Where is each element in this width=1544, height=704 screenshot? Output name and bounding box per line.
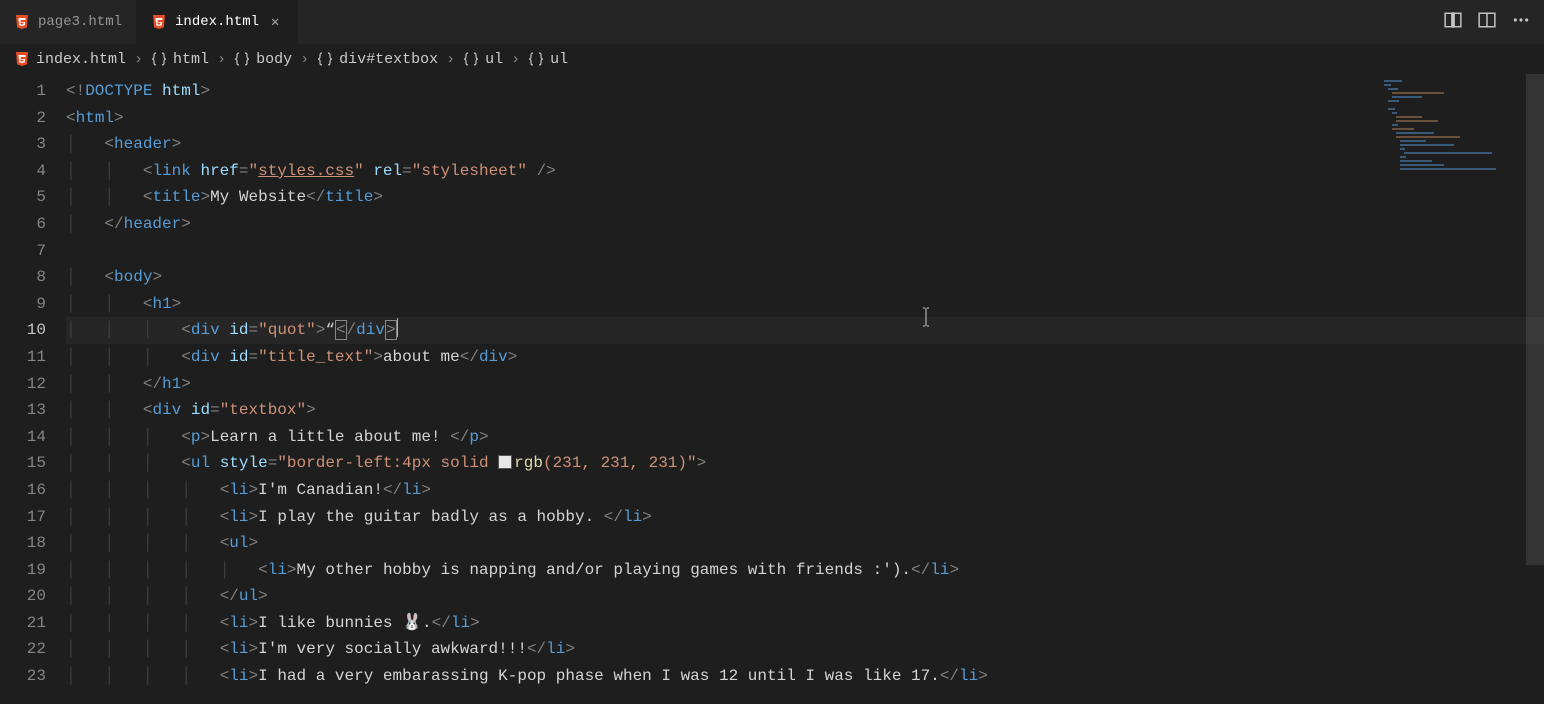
line-number: 3	[0, 131, 46, 158]
tab-actions	[1430, 0, 1544, 44]
breadcrumb-html[interactable]: html	[151, 51, 209, 68]
line-number: 9	[0, 291, 46, 318]
html5-icon	[151, 14, 167, 30]
code-line[interactable]: │ │ <link href="styles.css" rel="stylesh…	[66, 158, 1544, 185]
text-cursor-icon	[920, 307, 932, 337]
scrollbar-thumb[interactable]	[1526, 74, 1544, 565]
line-number: 17	[0, 504, 46, 531]
code-line[interactable]: │ </header>	[66, 211, 1544, 238]
line-number: 2	[0, 105, 46, 132]
tab-index[interactable]: index.html ✕	[137, 0, 298, 44]
tabs-bar: page3.html index.html ✕	[0, 0, 1544, 44]
chevron-right-icon: ›	[217, 51, 226, 68]
line-number: 5	[0, 184, 46, 211]
breadcrumb-label: div#textbox	[339, 51, 438, 68]
html5-icon	[14, 51, 30, 67]
code-line[interactable]: │ │ │ <ul style="border-left:4px solid r…	[66, 450, 1544, 477]
line-number: 23	[0, 663, 46, 690]
code-line[interactable]: │ │ │ │ <li>I like bunnies 🐰.</li>	[66, 610, 1544, 637]
breadcrumb-label: html	[173, 51, 209, 68]
editor-area[interactable]: 1234567891011121314151617181920212223 <!…	[0, 74, 1544, 704]
tab-label: index.html	[175, 14, 259, 30]
line-number: 6	[0, 211, 46, 238]
more-actions-icon[interactable]	[1512, 11, 1530, 34]
tab-label: page3.html	[38, 14, 122, 30]
line-number-gutter: 1234567891011121314151617181920212223	[0, 74, 66, 704]
symbol-icon	[528, 51, 544, 67]
code-line[interactable]: │ │ <title>My Website</title>	[66, 184, 1544, 211]
breadcrumb-label: ul	[485, 51, 503, 68]
symbol-icon	[463, 51, 479, 67]
symbol-icon	[151, 51, 167, 67]
scrollbar-track[interactable]	[1526, 74, 1544, 704]
chevron-right-icon: ›	[300, 51, 309, 68]
line-number: 8	[0, 264, 46, 291]
code-line[interactable]: <!DOCTYPE html>	[66, 78, 1544, 105]
compare-changes-icon[interactable]	[1444, 11, 1462, 34]
chevron-right-icon: ›	[511, 51, 520, 68]
chevron-right-icon: ›	[134, 51, 143, 68]
code-line[interactable]: │ │ │ │ <li>I'm very socially awkward!!!…	[66, 636, 1544, 663]
html5-icon	[14, 14, 30, 30]
code-line[interactable]: │ <header>	[66, 131, 1544, 158]
code-content[interactable]: <!DOCTYPE html><html>│ <header>│ │ <link…	[66, 74, 1544, 704]
breadcrumb-file[interactable]: index.html	[14, 51, 126, 68]
code-line[interactable]: │ │ </h1>	[66, 371, 1544, 398]
line-number: 12	[0, 371, 46, 398]
code-line[interactable]: │ │ │ <div id="quot">“</div>	[66, 317, 1544, 344]
line-number: 22	[0, 636, 46, 663]
code-line[interactable]: │ │ │ <div id="title_text">about me</div…	[66, 344, 1544, 371]
chevron-right-icon: ›	[446, 51, 455, 68]
breadcrumb-label: ul	[550, 51, 568, 68]
breadcrumb-ul[interactable]: ul	[463, 51, 503, 68]
minimap[interactable]	[1376, 74, 1526, 704]
tab-page3[interactable]: page3.html	[0, 0, 137, 44]
code-line[interactable]: │ │ <h1>	[66, 291, 1544, 318]
line-number: 4	[0, 158, 46, 185]
code-line[interactable]	[66, 238, 1544, 265]
line-number: 10	[0, 317, 46, 344]
line-number: 18	[0, 530, 46, 557]
line-number: 14	[0, 424, 46, 451]
code-line[interactable]: │ │ │ │ <li>I had a very embarassing K-p…	[66, 663, 1544, 690]
line-number: 16	[0, 477, 46, 504]
line-number: 13	[0, 397, 46, 424]
code-line[interactable]: │ │ <div id="textbox">	[66, 397, 1544, 424]
code-line[interactable]: │ <body>	[66, 264, 1544, 291]
close-icon[interactable]: ✕	[267, 14, 283, 31]
code-line[interactable]: │ │ │ │ │ <li>My other hobby is napping …	[66, 557, 1544, 584]
breadcrumb-textbox[interactable]: div#textbox	[317, 51, 438, 68]
line-number: 7	[0, 238, 46, 265]
code-line[interactable]: <html>	[66, 105, 1544, 132]
code-line[interactable]: │ │ │ <p>Learn a little about me! </p>	[66, 424, 1544, 451]
breadcrumb-label: body	[256, 51, 292, 68]
line-number: 15	[0, 450, 46, 477]
symbol-icon	[317, 51, 333, 67]
breadcrumb-label: index.html	[36, 51, 126, 68]
line-number: 11	[0, 344, 46, 371]
code-line[interactable]: │ │ │ │ <ul>	[66, 530, 1544, 557]
split-editor-icon[interactable]	[1478, 11, 1496, 34]
breadcrumb[interactable]: index.html › html › body › div#textbox ›…	[0, 44, 1544, 74]
breadcrumb-ul-2[interactable]: ul	[528, 51, 568, 68]
breadcrumb-body[interactable]: body	[234, 51, 292, 68]
line-number: 20	[0, 583, 46, 610]
code-line[interactable]: │ │ │ │ <li>I'm Canadian!</li>	[66, 477, 1544, 504]
line-number: 19	[0, 557, 46, 584]
symbol-icon	[234, 51, 250, 67]
code-line[interactable]: │ │ │ │ </ul>	[66, 583, 1544, 610]
line-number: 21	[0, 610, 46, 637]
code-line[interactable]: │ │ │ │ <li>I play the guitar badly as a…	[66, 504, 1544, 531]
line-number: 1	[0, 78, 46, 105]
